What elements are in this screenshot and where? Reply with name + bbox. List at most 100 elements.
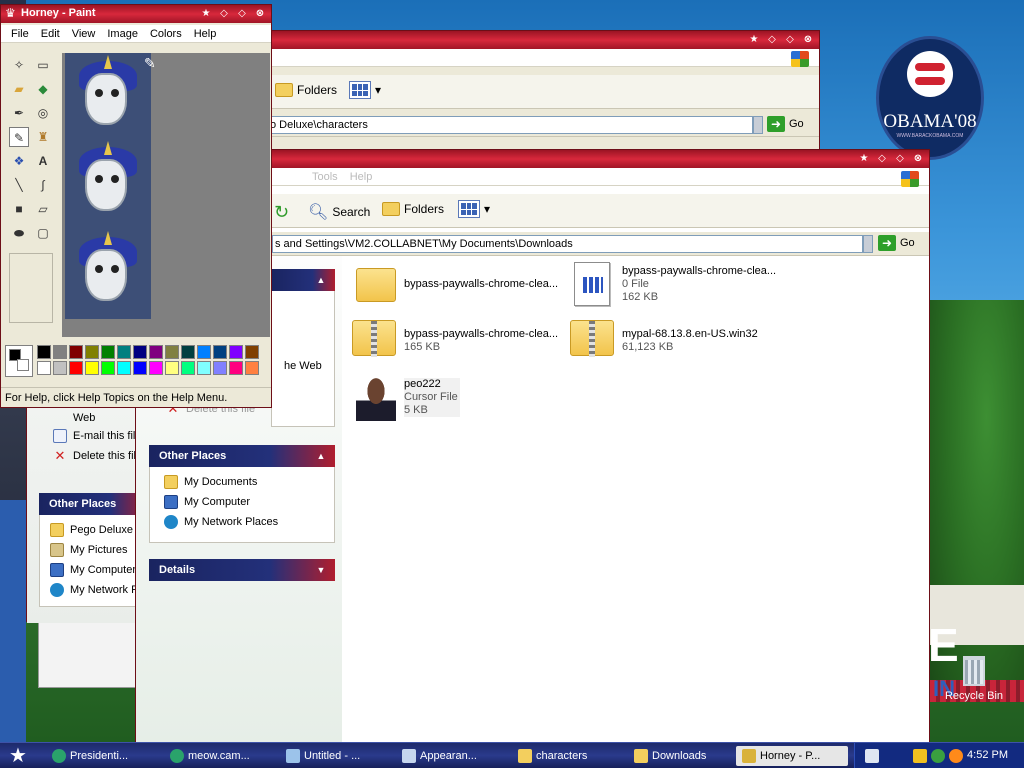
file-item-zip-icon[interactable] xyxy=(570,320,614,357)
other-places-header[interactable]: Other Places ▲ xyxy=(149,445,335,467)
clock[interactable]: 4:52 PM xyxy=(967,749,1008,761)
delete-file-link[interactable]: ✕ Delete this file xyxy=(53,449,143,463)
address-dropdown-button[interactable] xyxy=(753,116,763,134)
rect-select-icon[interactable]: ▭ xyxy=(33,55,53,75)
minimize-button[interactable]: ◇ xyxy=(765,33,779,47)
color-swatch[interactable] xyxy=(37,345,51,359)
taskbar-item-appearance[interactable]: Appearan... xyxy=(396,746,508,766)
close-button[interactable]: ⊗ xyxy=(253,7,267,21)
color-swatch[interactable] xyxy=(229,361,243,375)
line-icon[interactable]: ╲ xyxy=(9,175,29,195)
color-swatch[interactable] xyxy=(117,361,131,375)
color-swatch[interactable] xyxy=(133,361,147,375)
color-swatch[interactable] xyxy=(165,361,179,375)
airbrush-icon[interactable]: ❖ xyxy=(9,151,29,171)
collapse-arrow-icon[interactable]: ▲ xyxy=(313,448,329,464)
keyboard-icon[interactable] xyxy=(865,749,879,763)
color-swatch[interactable] xyxy=(229,345,243,359)
color-swatch[interactable] xyxy=(197,361,211,375)
fill-icon[interactable]: ◆ xyxy=(33,79,53,99)
menu-image[interactable]: Image xyxy=(101,28,144,40)
text-tool-icon[interactable]: A xyxy=(33,151,53,171)
file-item-4[interactable]: peo222 Cursor File 5 KB xyxy=(404,378,460,417)
color-swatch[interactable] xyxy=(149,345,163,359)
minimize-button[interactable]: ◇ xyxy=(875,152,889,166)
file-item-document-icon[interactable] xyxy=(574,262,610,306)
maximize-button[interactable]: ◇ xyxy=(235,7,249,21)
email-file-link[interactable]: E-mail this file xyxy=(53,429,141,443)
file-item-cursor-icon[interactable] xyxy=(356,375,396,421)
folders-button[interactable]: Folders xyxy=(382,202,444,216)
free-select-icon[interactable]: ✧ xyxy=(9,55,29,75)
menu-tools[interactable]: Tools xyxy=(306,171,344,183)
close-button[interactable]: ⊗ xyxy=(911,152,925,166)
details-header[interactable]: Details ▼ xyxy=(149,559,335,581)
color-swatch[interactable] xyxy=(245,345,259,359)
brush-icon[interactable]: ♜ xyxy=(33,127,53,147)
file-item-2[interactable]: bypass-paywalls-chrome-clea... 165 KB xyxy=(404,328,558,354)
ellipse-icon[interactable]: ⬬ xyxy=(9,223,29,243)
taskbar-item-untitled[interactable]: Untitled - ... xyxy=(280,746,392,766)
task-publish-web[interactable]: he Web xyxy=(284,360,322,372)
file-item-1[interactable]: bypass-paywalls-chrome-clea... 0 File 16… xyxy=(622,265,776,304)
menu-colors[interactable]: Colors xyxy=(144,28,188,40)
file-item-0[interactable]: bypass-paywalls-chrome-clea... xyxy=(404,278,558,291)
search-icon[interactable] xyxy=(949,749,963,763)
taskbar-item-downloads[interactable]: Downloads xyxy=(628,746,732,766)
taskbar-item-meow[interactable]: meow.cam... xyxy=(164,746,276,766)
file-item-folder-icon[interactable] xyxy=(356,268,396,302)
collapse-arrow-icon[interactable]: ▲ xyxy=(313,272,329,288)
color-swatch[interactable] xyxy=(69,345,83,359)
maximize-button[interactable]: ◇ xyxy=(893,152,907,166)
color-swatch[interactable] xyxy=(85,345,99,359)
up-folder-button[interactable]: ↻ xyxy=(274,202,289,223)
taskbar-item-characters[interactable]: characters xyxy=(512,746,624,766)
address-input[interactable]: o Deluxe\characters xyxy=(267,116,753,134)
tool-options-box[interactable] xyxy=(9,253,53,323)
start-button[interactable]: ★ xyxy=(4,746,32,766)
menu-view[interactable]: View xyxy=(66,28,102,40)
color-swatch[interactable] xyxy=(53,361,67,375)
color-swatch[interactable] xyxy=(101,361,115,375)
close-button[interactable]: ⊗ xyxy=(801,33,815,47)
title-bar[interactable]: ♛ Horney - Paint ★ ◇ ◇ ⊗ xyxy=(1,5,271,23)
expand-arrow-icon[interactable]: ▼ xyxy=(313,562,329,578)
folders-button[interactable]: Folders xyxy=(275,83,337,97)
menu-help[interactable]: Help xyxy=(344,171,379,183)
color-swatch[interactable] xyxy=(133,345,147,359)
go-button[interactable]: ➜ Go xyxy=(878,235,915,251)
color-swatch[interactable] xyxy=(53,345,67,359)
color-swatch[interactable] xyxy=(85,361,99,375)
rectangle-icon[interactable]: ■ xyxy=(9,199,29,219)
taskbar-item-paint[interactable]: Horney - P... xyxy=(736,746,848,766)
color-swatch[interactable] xyxy=(213,361,227,375)
color-swatch[interactable] xyxy=(101,345,115,359)
magnifier-icon[interactable]: ◎ xyxy=(33,103,53,123)
views-button[interactable]: ▾ xyxy=(458,200,490,218)
shield-icon[interactable] xyxy=(913,749,927,763)
address-input[interactable]: s and Settings\VM2.COLLABNET\My Document… xyxy=(272,235,863,253)
views-button[interactable]: ▾ xyxy=(349,81,381,99)
menu-file[interactable]: File xyxy=(5,28,35,40)
color-swatch[interactable] xyxy=(69,361,83,375)
color-swatch[interactable] xyxy=(245,361,259,375)
file-item-3[interactable]: mypal-68.13.8.en-US.win32 61,123 KB xyxy=(622,328,758,354)
other-places-header[interactable]: Other Places xyxy=(39,493,149,515)
menu-help[interactable]: Help xyxy=(188,28,223,40)
color-picker-icon[interactable]: ✒ xyxy=(9,103,29,123)
color-swatch[interactable] xyxy=(213,345,227,359)
color-swatch[interactable] xyxy=(117,345,131,359)
network-icon[interactable] xyxy=(931,749,945,763)
color-swatch[interactable] xyxy=(181,345,195,359)
go-button[interactable]: ➜ Go xyxy=(767,116,804,132)
place-my-computer[interactable]: My Computer xyxy=(50,563,136,577)
tasks-header[interactable]: ▲ xyxy=(271,269,335,291)
polygon-icon[interactable]: ▱ xyxy=(33,199,53,219)
paint-canvas[interactable] xyxy=(65,53,151,319)
place-my-documents[interactable]: My Documents xyxy=(164,475,257,489)
color-swatch[interactable] xyxy=(197,345,211,359)
place-my-pictures[interactable]: My Pictures xyxy=(50,543,127,557)
curve-icon[interactable]: ∫ xyxy=(33,175,53,195)
eraser-icon[interactable]: ▰ xyxy=(9,79,29,99)
task-item-web[interactable]: Web xyxy=(73,412,95,424)
